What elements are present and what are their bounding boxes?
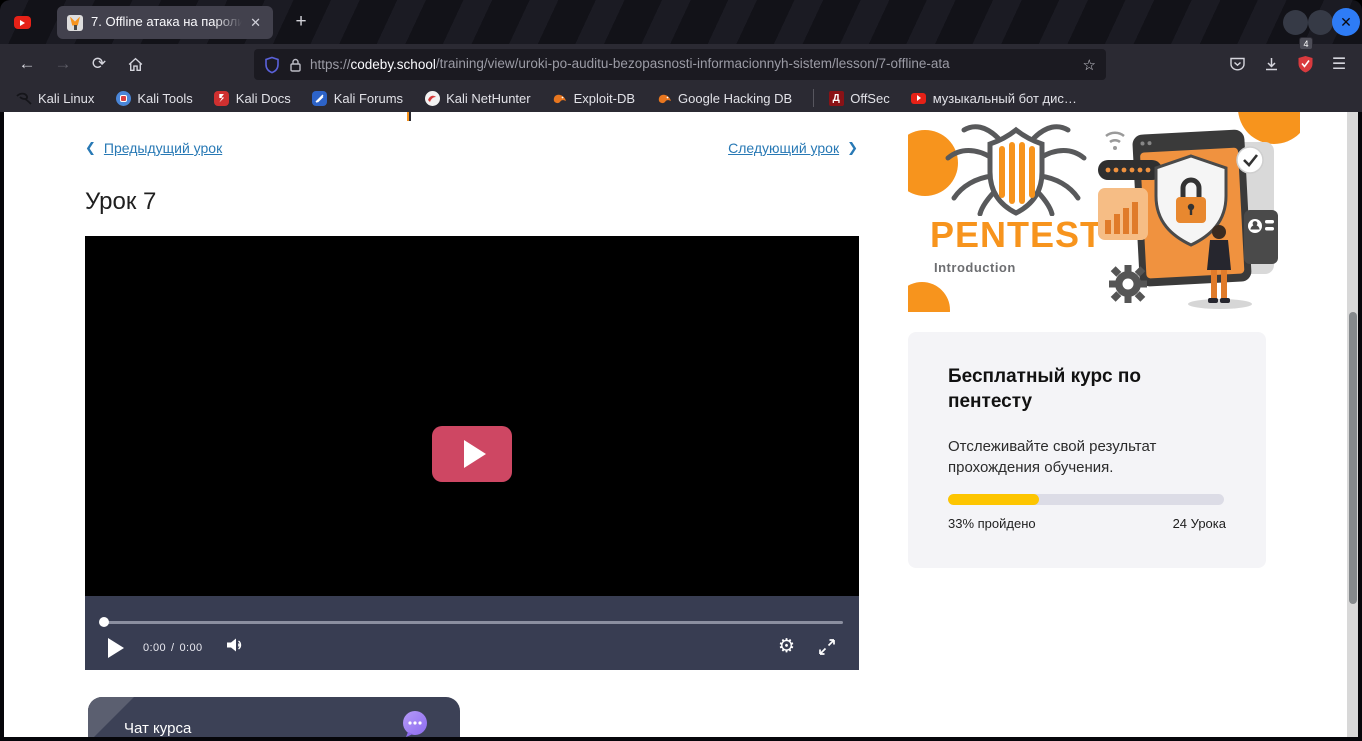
kali-tools-icon (115, 90, 131, 106)
bookmark-exploit-db[interactable]: Exploit-DB (552, 87, 635, 109)
bookmark-offsec[interactable]: Д OffSec (828, 87, 890, 109)
settings-button[interactable]: ⚙ (778, 635, 795, 658)
big-play-button[interactable] (432, 426, 512, 482)
course-progress-bar (948, 494, 1224, 505)
kali-docs-icon (214, 90, 230, 106)
course-chat-widget[interactable]: Чат курса (88, 697, 460, 737)
chat-bubble-icon[interactable] (400, 709, 430, 737)
kali-nethunter-icon (424, 90, 440, 106)
bookmark-kali-forums[interactable]: Kali Forums (312, 87, 403, 109)
new-tab-button[interactable]: + (288, 9, 314, 35)
bookmarks-toolbar: Kali Linux Kali Tools Kali Docs Kali For… (0, 84, 1362, 112)
url-scheme: https:// (310, 57, 351, 72)
url-bar[interactable]: https://codeby.school/training/view/urok… (254, 49, 1106, 80)
page-content: ❮ Предыдущий урок Следующий урок ❯ Урок … (4, 112, 1358, 737)
tab-title: 7. Offline атака на пароли (91, 14, 242, 31)
next-lesson-link[interactable]: Следующий урок ❯ (728, 140, 858, 156)
bookmarks-separator (813, 89, 814, 107)
google-hacking-db-icon (656, 90, 672, 106)
kali-linux-icon (16, 90, 32, 106)
adblock-extension-button[interactable]: 4 (1290, 44, 1320, 84)
lessons-count-label: 24 Урока (1173, 516, 1226, 531)
youtube-icon (911, 90, 927, 106)
pocket-icon (1229, 56, 1246, 72)
kali-forums-icon (312, 90, 328, 106)
youtube-icon (20, 20, 25, 26)
bookmark-music-bot[interactable]: музыкальный бот дис… (911, 87, 1077, 109)
bookmark-kali-linux[interactable]: Kali Linux (16, 87, 94, 109)
home-button[interactable] (120, 44, 150, 84)
download-icon (1263, 56, 1280, 73)
duration: 0:00 (179, 642, 202, 654)
window-maximize-button[interactable] (1308, 10, 1333, 35)
downloads-button[interactable] (1256, 44, 1286, 84)
chevron-right-icon: ❯ (847, 140, 858, 156)
forward-button[interactable]: → (48, 44, 78, 84)
time-display: 0:00 / 0:00 (143, 642, 203, 654)
course-progress-card: Бесплатный курс по пентесту Отслеживайте… (908, 332, 1266, 568)
lock-icon[interactable] (289, 57, 302, 73)
fullscreen-icon (818, 638, 836, 656)
brand-title: PENTEST (930, 214, 1103, 256)
seek-handle[interactable] (99, 617, 109, 627)
video-player: 0:00 / 0:00 ⚙ (85, 236, 859, 670)
window-minimize-button[interactable] (1283, 10, 1308, 35)
bookmark-star-icon[interactable]: ☆ (1083, 56, 1096, 74)
chat-title: Чат курса (124, 720, 191, 737)
url-text: https://codeby.school/training/view/urok… (310, 56, 1077, 74)
progress-percent-label: 33% пройдено (948, 516, 1036, 531)
url-path: /training/view/uroki-po-auditu-bezopasno… (436, 56, 950, 71)
previous-lesson-link[interactable]: ❮ Предыдущий урок (85, 140, 222, 156)
adguard-shield-icon (1297, 55, 1314, 73)
video-screen[interactable] (85, 236, 859, 596)
window-close-button[interactable]: ✕ (1332, 8, 1360, 36)
fullscreen-button[interactable] (818, 638, 836, 661)
menu-button[interactable]: ☰ (1324, 44, 1354, 84)
home-icon (127, 56, 144, 73)
codeby-favicon-icon (67, 15, 83, 31)
lesson-title: Урок 7 (85, 188, 156, 216)
course-progress-fill (948, 494, 1039, 505)
pentest-spider-logo-icon (936, 120, 1096, 216)
tab-bar: 7. Offline атака на пароли ✕ + ✕ (0, 0, 1362, 44)
exploit-db-icon (552, 90, 568, 106)
brand-subtitle: Introduction (934, 260, 1016, 275)
volume-icon (225, 636, 245, 654)
course-banner: PENTEST Introduction (908, 112, 1300, 312)
bookmark-kali-nethunter[interactable]: Kali NetHunter (424, 87, 531, 109)
tracking-protection-shield-icon[interactable] (264, 56, 280, 74)
navigation-toolbar: ← → ⟳ https://codeby.school/training/vie… (0, 44, 1362, 84)
back-button[interactable]: ← (12, 44, 42, 84)
chevron-left-icon: ❮ (85, 140, 96, 156)
reload-button[interactable]: ⟳ (84, 44, 114, 84)
play-icon (464, 440, 486, 468)
tab-active-lesson[interactable]: 7. Offline атака на пароли ✕ (57, 6, 273, 39)
offsec-icon: Д (828, 90, 844, 106)
browser-window: 7. Offline атака на пароли ✕ + ✕ ← → ⟳ h… (0, 0, 1362, 741)
volume-button[interactable] (225, 636, 245, 659)
url-domain: codeby.school (351, 57, 436, 72)
tab-close-icon[interactable]: ✕ (246, 13, 265, 33)
course-card-title: Бесплатный курс по пентесту (948, 364, 1208, 414)
bookmark-kali-docs[interactable]: Kali Docs (214, 87, 291, 109)
security-illustration (1098, 114, 1278, 312)
current-time: 0:00 (143, 642, 166, 654)
pocket-button[interactable] (1222, 44, 1252, 84)
bookmark-kali-tools[interactable]: Kali Tools (115, 87, 192, 109)
play-button[interactable] (108, 638, 124, 658)
course-card-text: Отслеживайте свой результат прохождения … (948, 436, 1178, 478)
bookmark-google-hacking-db[interactable]: Google Hacking DB (656, 87, 792, 109)
orange-blob-decoration (908, 282, 950, 312)
video-controls-bar: 0:00 / 0:00 ⚙ (85, 596, 859, 670)
pinned-tab-youtube[interactable] (14, 16, 31, 29)
seek-bar[interactable] (103, 621, 843, 624)
page-scrollbar-thumb[interactable] (1349, 312, 1357, 604)
extension-badge: 4 (1299, 37, 1313, 50)
